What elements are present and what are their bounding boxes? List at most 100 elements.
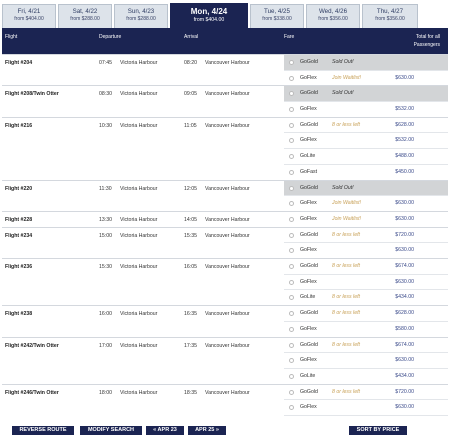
fare-status: 8 or less left xyxy=(332,294,360,301)
departure-place: Victoria Harbour xyxy=(120,217,158,223)
fare-radio[interactable] xyxy=(289,279,294,285)
fare-name: GoGold xyxy=(300,184,318,191)
fare-radio[interactable] xyxy=(289,405,294,411)
fare-option[interactable]: GoFlex $532.00 xyxy=(284,133,448,150)
fare-radio[interactable] xyxy=(289,264,294,270)
fare-option[interactable]: GoFlex $630.00 xyxy=(284,275,448,291)
fare-option[interactable]: GoGold 8 or less left $674.00 xyxy=(284,338,448,354)
fare-name: GoLite xyxy=(300,294,316,301)
header-departure: Departure xyxy=(99,34,122,40)
fare-radio[interactable] xyxy=(289,122,294,128)
fare-name: GoFast xyxy=(300,168,318,175)
fare-option[interactable]: GoLite 8 or less left $434.00 xyxy=(284,290,448,307)
modify-search-button[interactable]: MODIFY SEARCH xyxy=(80,426,142,435)
fare-option[interactable]: GoFlex $630.00 xyxy=(284,400,448,417)
fare-radio[interactable] xyxy=(289,107,294,113)
date-tab[interactable]: Sat, 4/22 from $288.00 xyxy=(58,4,112,28)
date-tab-day: Wed, 4/26 xyxy=(318,8,348,15)
fare-name: GoFlex xyxy=(300,247,317,254)
fare-option[interactable]: GoGold 8 or less left $628.00 xyxy=(284,118,448,134)
fare-option[interactable]: GoFlex Join Waitlist! $630.00 xyxy=(284,71,448,87)
flight-name: Flight #246/Twin Otter xyxy=(5,389,59,396)
header-arrival: Arrival xyxy=(184,34,199,40)
fare-option[interactable]: GoFlex Join Waitlist! $630.00 xyxy=(284,196,448,212)
fare-option[interactable]: GoLite $434.00 xyxy=(284,369,448,385)
prev-day-button[interactable]: « APR 23 xyxy=(146,426,184,435)
fare-option[interactable]: GoGold 8 or less left $628.00 xyxy=(284,306,448,322)
reverse-route-button[interactable]: REVERSE ROUTE xyxy=(12,426,74,435)
departure-time: 17:00 xyxy=(99,342,112,349)
fare-price: $630.00 xyxy=(395,404,414,411)
fare-option[interactable]: GoGold 8 or less left $720.00 xyxy=(284,228,448,244)
arrival-place: Vancouver Harbour xyxy=(205,311,250,318)
fare-radio[interactable] xyxy=(289,311,294,317)
fare-radio[interactable] xyxy=(289,169,294,175)
fare-status: 8 or less left xyxy=(332,341,360,348)
fare-option[interactable]: GoGold 8 or less left $674.00 xyxy=(284,259,448,275)
fare-status: Join Waitlist! xyxy=(332,200,362,207)
fare-name: GoLite xyxy=(300,372,316,379)
date-tab[interactable]: Tue, 4/25 from $338.00 xyxy=(250,4,304,28)
fare-option: GoGold Sold Out! xyxy=(284,55,448,71)
fare-option[interactable]: GoGold 8 or less left $720.00 xyxy=(284,385,448,401)
fare-radio[interactable] xyxy=(289,373,294,379)
fare-price: $450.00 xyxy=(395,168,414,175)
fare-status: 8 or less left xyxy=(332,121,360,128)
arrival-place: Vancouver Harbour xyxy=(205,91,250,98)
next-day-button[interactable]: APR 25 » xyxy=(188,426,226,435)
date-tab-day: Tue, 4/25 xyxy=(264,8,290,15)
fare-option[interactable]: GoFlex $532.00 xyxy=(284,102,448,118)
fare-price: $434.00 xyxy=(395,372,414,379)
departure-place: Victoria Harbour xyxy=(120,232,158,239)
arrival-time: 14:05 xyxy=(184,217,197,223)
fare-option[interactable]: GoLite $488.00 xyxy=(284,149,448,165)
departure-place: Victoria Harbour xyxy=(120,185,158,192)
fare-radio[interactable] xyxy=(289,358,294,364)
departure-place: Victoria Harbour xyxy=(120,264,158,271)
fare-radio xyxy=(289,60,294,65)
fare-option[interactable]: GoFlex $630.00 xyxy=(284,353,448,369)
arrival-place: Vancouver Harbour xyxy=(205,60,250,66)
date-tab-price: from $338.00 xyxy=(262,16,292,22)
date-tab[interactable]: Sun, 4/23 from $288.00 xyxy=(114,4,168,28)
fare-radio[interactable] xyxy=(289,232,294,238)
date-tab[interactable]: Mon, 4/24 from $404.00 xyxy=(170,3,248,29)
fare-radio[interactable] xyxy=(289,342,294,348)
fare-option[interactable]: GoFlex $580.00 xyxy=(284,322,448,338)
fare-status: 8 or less left xyxy=(332,388,360,395)
fare-name: GoFlex xyxy=(300,216,317,222)
fare-radio[interactable] xyxy=(289,217,294,222)
fare-option[interactable]: GoFast $450.00 xyxy=(284,165,448,181)
flight-name: Flight #234 xyxy=(5,232,33,239)
sort-by-price-button[interactable]: SORT BY PRICE xyxy=(349,426,407,435)
fare-radio[interactable] xyxy=(289,75,294,81)
flight-row: Flight #204 07:45 Victoria Harbour 08:20 Van… xyxy=(2,54,448,87)
fare-price: $630.00 xyxy=(395,200,414,207)
flight-row: Flight #234 15:00 Victoria Harbour 15:35 Van… xyxy=(2,226,448,260)
fare-radio[interactable] xyxy=(289,138,294,144)
fare-price: $532.00 xyxy=(395,137,414,144)
fare-radio[interactable] xyxy=(289,295,294,301)
departure-time: 07:45 xyxy=(99,60,112,66)
departure-place: Victoria Harbour xyxy=(120,60,158,66)
fare-price: $580.00 xyxy=(395,325,414,332)
arrival-place: Vancouver Harbour xyxy=(205,122,250,129)
fare-radio[interactable] xyxy=(289,326,294,332)
fare-option[interactable]: GoFlex Join Waitlist! $630.00 xyxy=(284,212,448,228)
date-tab[interactable]: Fri, 4/21 from $404.00 xyxy=(2,4,56,28)
date-tab[interactable]: Wed, 4/26 from $356.00 xyxy=(306,4,360,28)
header-flight: Flight xyxy=(5,34,18,40)
departure-place: Victoria Harbour xyxy=(120,342,158,349)
date-tab-day: Thu, 4/27 xyxy=(376,8,404,15)
fare-status: Join Waitlist! xyxy=(332,74,362,81)
date-tab[interactable]: Thu, 4/27 from $356.00 xyxy=(362,4,418,28)
fare-radio[interactable] xyxy=(289,389,294,395)
flight-name: Flight #228 xyxy=(5,217,33,223)
fare-radio[interactable] xyxy=(289,154,294,160)
departure-time: 18:00 xyxy=(99,389,112,396)
fare-price: $674.00 xyxy=(395,263,414,270)
action-bar: REVERSE ROUTE MODIFY SEARCH « APR 23 APR… xyxy=(2,426,448,435)
fare-radio[interactable] xyxy=(289,201,294,207)
fare-radio[interactable] xyxy=(289,248,294,254)
fare-option[interactable]: GoFlex $630.00 xyxy=(284,243,448,260)
